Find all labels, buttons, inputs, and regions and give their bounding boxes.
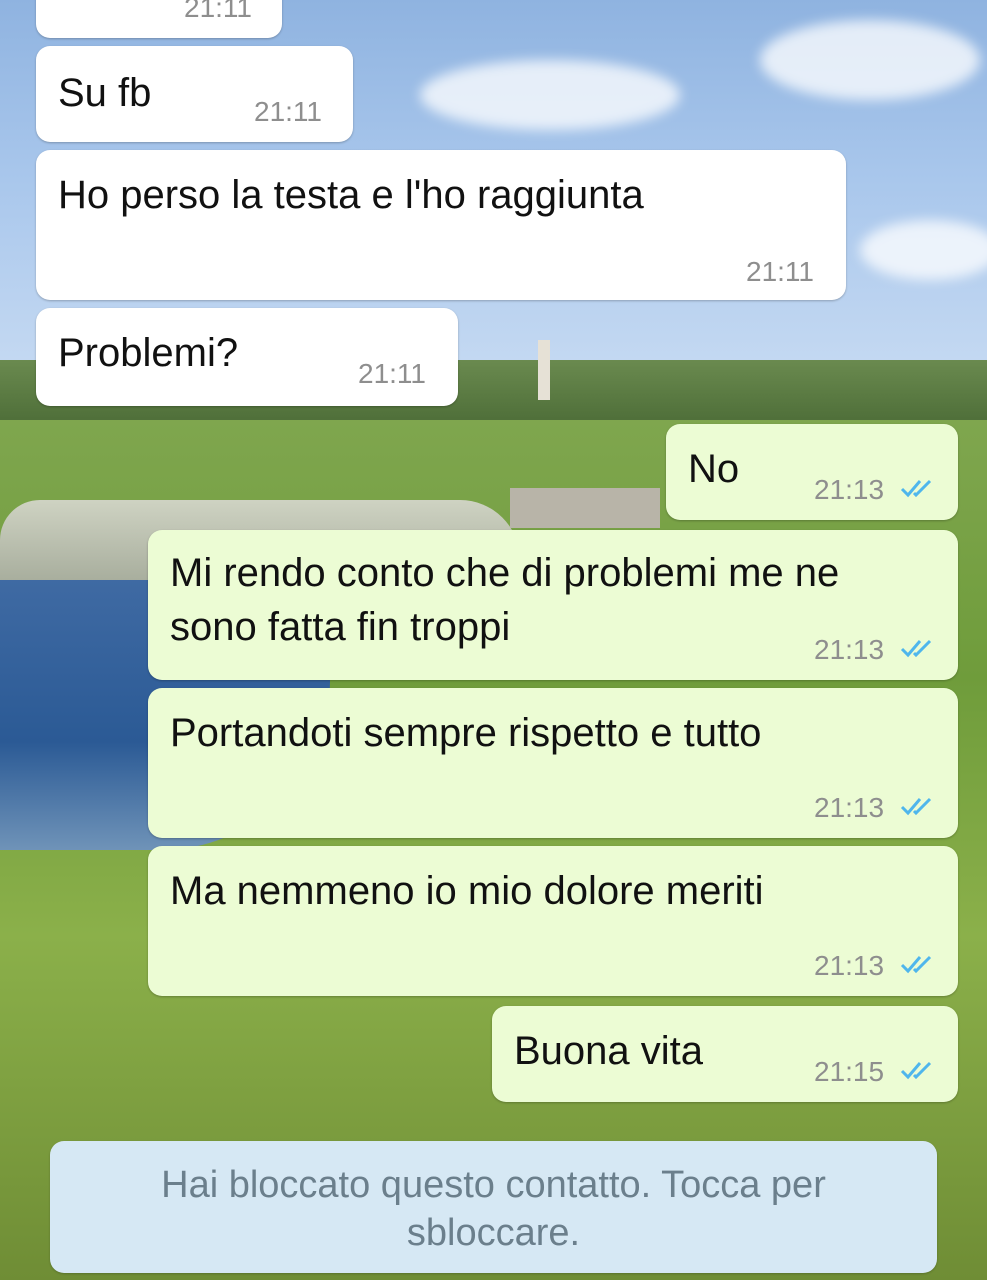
double-check-icon <box>900 797 932 816</box>
message-bubble-outgoing[interactable]: Buona vita 21:15 <box>492 1006 958 1102</box>
wallpaper-bell-tower <box>538 340 550 400</box>
message-bubble-outgoing[interactable]: Portandoti sempre rispetto e tutto 21:13 <box>148 688 958 838</box>
message-time: 21:13 <box>814 792 885 823</box>
message-bubble-incoming[interactable]: Sì 21:11 <box>36 0 282 38</box>
message-text: Buona vita <box>514 1029 704 1073</box>
blocked-contact-banner[interactable]: Hai bloccato questo contatto. Tocca per … <box>50 1141 937 1273</box>
message-bubble-incoming[interactable]: Su fb 21:11 <box>36 46 353 142</box>
wallpaper-cloud <box>420 60 680 130</box>
message-time: 21:13 <box>814 474 885 505</box>
message-time: 21:13 <box>814 950 885 981</box>
message-bubble-outgoing[interactable]: Ma nemmeno io mio dolore meriti 21:13 <box>148 846 958 996</box>
blocked-contact-text: Hai bloccato questo contatto. Tocca per … <box>161 1164 826 1254</box>
message-bubble-incoming[interactable]: Ho perso la testa e l'ho raggiunta 21:11 <box>36 150 846 300</box>
message-text: Sì <box>58 0 96 12</box>
message-time: 21:11 <box>184 0 252 23</box>
wallpaper-cloud <box>860 220 987 280</box>
message-text: Mi rendo conto che di problemi me ne son… <box>170 551 840 649</box>
message-text: Ma nemmeno io mio dolore meriti <box>170 869 764 913</box>
message-text: Portandoti sempre rispetto e tutto <box>170 711 762 755</box>
message-bubble-incoming[interactable]: Problemi? 21:11 <box>36 308 458 406</box>
message-bubble-outgoing[interactable]: No 21:13 <box>666 424 958 520</box>
message-text: Su fb <box>58 71 152 115</box>
wallpaper-cloud <box>760 20 980 100</box>
double-check-icon <box>900 955 932 974</box>
double-check-icon <box>900 639 932 658</box>
message-bubble-outgoing[interactable]: Mi rendo conto che di problemi me ne son… <box>148 530 958 680</box>
message-text: Ho perso la testa e l'ho raggiunta <box>58 173 644 217</box>
double-check-icon <box>900 479 932 498</box>
message-text: No <box>688 447 740 491</box>
message-time: 21:15 <box>814 1056 885 1087</box>
message-time: 21:13 <box>814 634 885 665</box>
message-time: 21:11 <box>254 96 322 127</box>
wallpaper-bridge <box>510 488 660 528</box>
message-time: 21:11 <box>746 256 814 287</box>
message-text: Problemi? <box>58 331 239 375</box>
message-time: 21:11 <box>358 358 426 389</box>
double-check-icon <box>900 1061 932 1080</box>
